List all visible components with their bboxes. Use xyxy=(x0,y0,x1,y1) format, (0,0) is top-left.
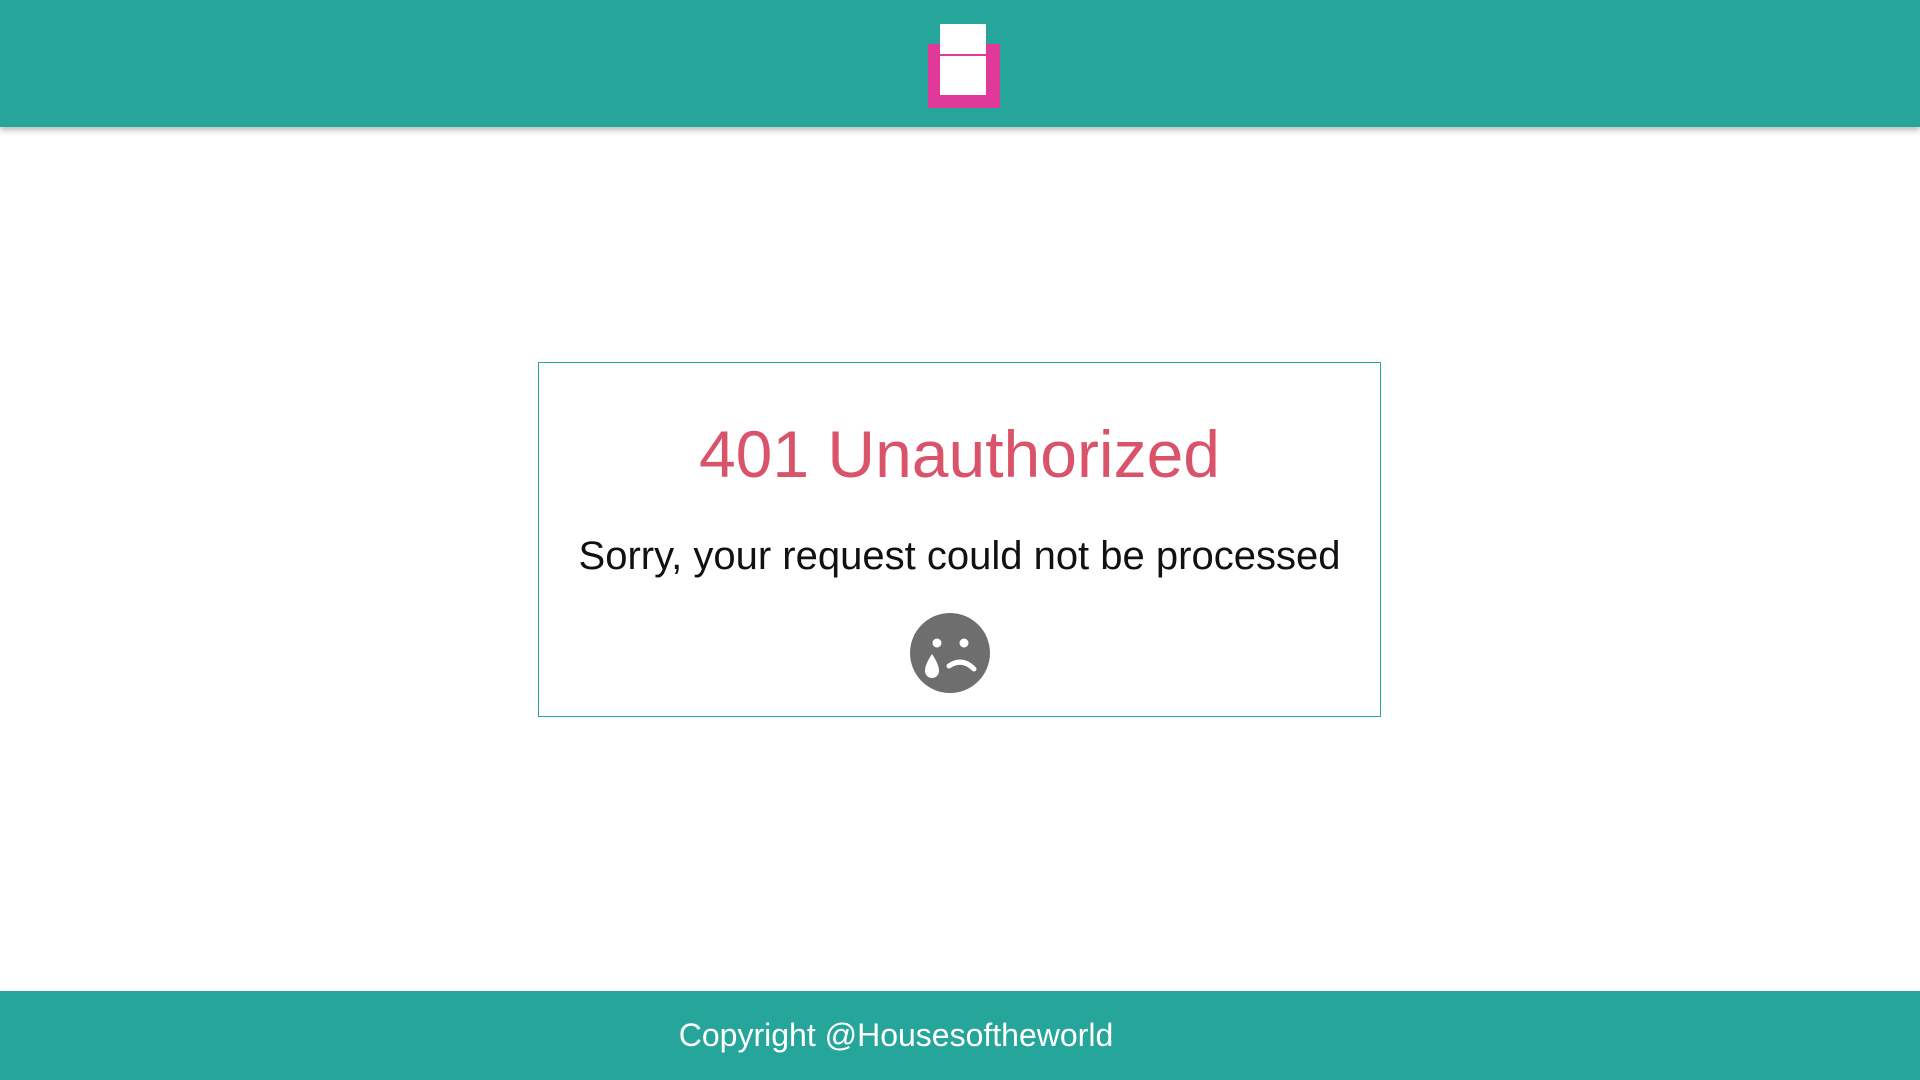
error-message: Sorry, your request could not be process… xyxy=(578,534,1341,578)
house-logo-icon[interactable] xyxy=(928,24,1000,108)
error-card: 401 Unauthorized Sorry, your request cou… xyxy=(538,362,1381,717)
crying-face-icon xyxy=(910,613,990,693)
site-footer: Copyright @Housesoftheworld xyxy=(0,991,1920,1080)
page: 401 Unauthorized Sorry, your request cou… xyxy=(0,0,1920,1080)
copyright-text: Copyright @Housesoftheworld xyxy=(678,1017,1114,1053)
site-header xyxy=(0,0,1920,127)
error-title: 401 Unauthorized xyxy=(698,417,1221,491)
